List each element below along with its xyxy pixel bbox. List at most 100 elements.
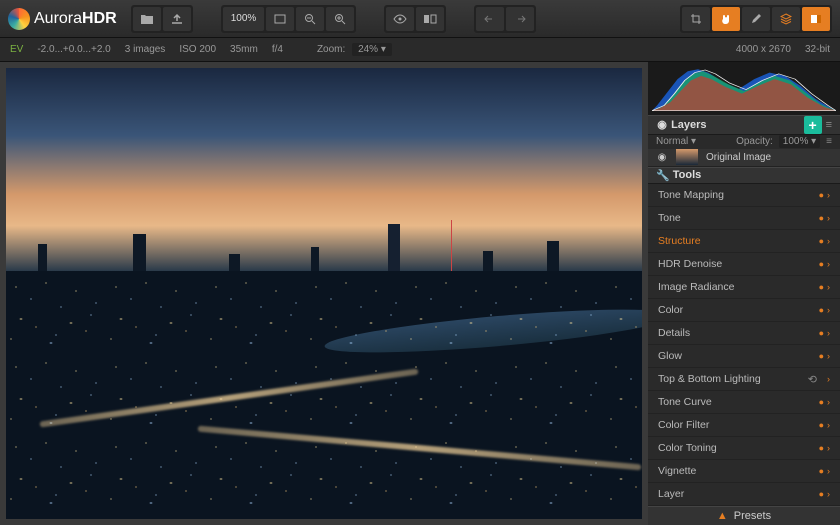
tool-row-color[interactable]: Color ● › <box>648 299 840 322</box>
hand-tool-button[interactable] <box>712 7 740 31</box>
image-preview <box>6 68 642 519</box>
tool-row-glow[interactable]: Glow●› <box>648 345 840 368</box>
tool-label: HDR Denoise <box>658 258 722 270</box>
tool-indicator: ● <box>819 190 823 200</box>
panels-toggle-button[interactable] <box>802 7 830 31</box>
tool-row-vignette[interactable]: Vignette●› <box>648 460 840 483</box>
tool-label: Structure <box>658 235 701 247</box>
tool-row-top-bottom-lighting[interactable]: Top & Bottom Lighting ⟲ › <box>648 368 840 391</box>
chevron-up-icon: ▲ <box>717 510 728 522</box>
layers-toggle-button[interactable] <box>772 7 800 31</box>
tools-title: Tools <box>673 169 702 181</box>
chevron-right-icon: › <box>827 259 830 269</box>
compare-button[interactable] <box>416 7 444 31</box>
chevron-right-icon: › <box>827 305 830 315</box>
tool-label: Glow <box>658 350 682 362</box>
tool-indicator: ● <box>819 236 823 246</box>
tool-indicator: ● <box>819 305 823 315</box>
add-layer-button[interactable]: + <box>804 116 822 134</box>
zoom-out-button[interactable] <box>296 7 324 31</box>
wrench-icon: 🔧 <box>656 169 670 182</box>
presets-label: Presets <box>734 510 771 522</box>
chevron-right-icon: › <box>827 443 830 453</box>
tool-label: Tone Curve <box>658 396 712 408</box>
tool-label: Layer <box>658 488 684 500</box>
tool-row-color-filter[interactable]: Color Filter ● › <box>648 414 840 437</box>
tool-label: Top & Bottom Lighting <box>658 373 761 385</box>
presets-button[interactable]: ▲ Presets <box>648 506 840 525</box>
app-logo: AuroraHDR <box>8 8 117 30</box>
tool-label: Color <box>658 304 683 316</box>
redo-button[interactable] <box>506 7 534 31</box>
preview-toggle-button[interactable] <box>386 7 414 31</box>
crop-tool-button[interactable] <box>682 7 710 31</box>
focal-length: 35mm <box>230 44 258 55</box>
zoom-value-dropdown[interactable]: 24% ▾ <box>352 43 392 56</box>
bit-depth: 32-bit <box>805 44 830 55</box>
tool-row-details[interactable]: Details ● › <box>648 322 840 345</box>
chevron-right-icon: › <box>827 213 830 223</box>
tool-indicator: ● <box>819 420 823 430</box>
tool-row-structure[interactable]: Structure ● › <box>648 230 840 253</box>
tool-row-tone[interactable]: Tone ● › <box>648 207 840 230</box>
chevron-right-icon: › <box>827 236 830 246</box>
tool-indicator: ● <box>819 397 823 407</box>
open-button[interactable] <box>133 7 161 31</box>
layer-name: Original Image <box>706 152 771 163</box>
export-button[interactable] <box>163 7 191 31</box>
main-toolbar: AuroraHDR 100% <box>0 0 840 38</box>
tool-row-hdr-denoise[interactable]: HDR Denoise●› <box>648 253 840 276</box>
tool-row-tone-mapping[interactable]: Tone Mapping ● › <box>648 184 840 207</box>
chevron-right-icon: › <box>827 420 830 430</box>
ev-label: EV <box>10 44 23 55</box>
opacity-label: Opacity: <box>736 136 773 147</box>
tool-indicator: ● <box>819 466 823 476</box>
undo-button[interactable] <box>476 7 504 31</box>
tool-label: Image Radiance <box>658 281 734 293</box>
zoom-in-button[interactable] <box>326 7 354 31</box>
layers-title: Layers <box>671 119 706 131</box>
tool-label: Color Filter <box>658 419 709 431</box>
layers-menu-button[interactable]: ≡ <box>826 119 832 131</box>
chevron-right-icon: › <box>827 489 830 499</box>
canvas-area[interactable] <box>0 62 648 525</box>
tool-indicator: ● <box>819 489 823 499</box>
layer-thumbnail <box>676 149 698 165</box>
chevron-right-icon: › <box>827 282 830 292</box>
tool-label: Color Toning <box>658 442 717 454</box>
eye-icon[interactable]: ◉ <box>656 119 668 131</box>
chevron-right-icon: › <box>827 397 830 407</box>
tool-row-color-toning[interactable]: Color Toning ● › <box>648 437 840 460</box>
tool-indicator: ● <box>819 328 823 338</box>
layer-visibility-toggle[interactable]: ◉ <box>656 151 668 163</box>
tool-indicator: ● <box>819 213 823 223</box>
logo-icon <box>8 8 30 30</box>
tool-label: Details <box>658 327 690 339</box>
layer-options-menu[interactable]: ≡ <box>826 136 832 147</box>
chevron-right-icon: › <box>827 374 830 384</box>
image-dimensions: 4000 x 2670 <box>736 44 791 55</box>
fit-screen-button[interactable] <box>266 7 294 31</box>
tool-indicator: ● <box>819 443 823 453</box>
histogram[interactable] <box>648 62 840 115</box>
tool-row-image-radiance[interactable]: Image Radiance●› <box>648 276 840 299</box>
chevron-right-icon: › <box>827 190 830 200</box>
iso-value: ISO 200 <box>179 44 216 55</box>
info-bar: EV -2.0...+0.0...+2.0 3 images ISO 200 3… <box>0 38 840 62</box>
tool-row-tone-curve[interactable]: Tone Curve ● › <box>648 391 840 414</box>
layers-panel-header: ◉ Layers + ≡ <box>648 115 840 135</box>
app-title: AuroraHDR <box>34 10 117 28</box>
right-sidebar: ◉ Layers + ≡ Normal ▾ Opacity: 100% ▾ ≡ … <box>648 62 840 525</box>
brush-tool-button[interactable] <box>742 7 770 31</box>
tool-indicator: ● <box>819 351 823 361</box>
tool-row-layer[interactable]: Layer ● › <box>648 483 840 506</box>
tool-label: Tone <box>658 212 681 224</box>
blend-mode-dropdown[interactable]: Normal ▾ <box>656 136 696 147</box>
chevron-right-icon: › <box>827 328 830 338</box>
reset-icon[interactable]: ⟲ <box>808 373 817 386</box>
opacity-value-dropdown[interactable]: 100% ▾ <box>779 135 820 148</box>
layer-options: Normal ▾ Opacity: 100% ▾ ≡ <box>648 135 840 149</box>
tool-label: Tone Mapping <box>658 189 724 201</box>
layer-row[interactable]: ◉ Original Image <box>648 149 840 166</box>
zoom-100-button[interactable]: 100% <box>223 7 265 31</box>
